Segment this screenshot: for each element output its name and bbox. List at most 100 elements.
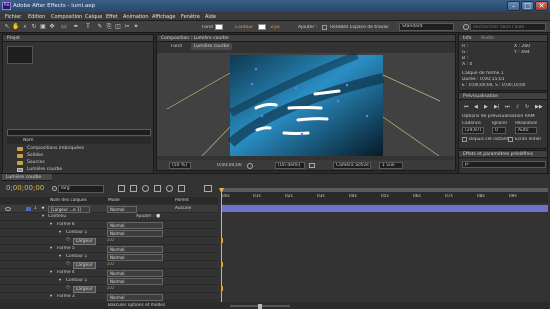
breadcrumb-current[interactable]: Lumière courbe — [191, 43, 233, 50]
layer-row[interactable]: 1 ★ [Largeur ...e 1] Normal Aucune — [0, 205, 218, 213]
comp-mini-flowchart-icon[interactable] — [118, 185, 125, 192]
blend-mode-select[interactable]: Normal — [107, 269, 163, 277]
search-help-input[interactable] — [470, 23, 546, 31]
visibility-icon[interactable] — [5, 206, 11, 211]
preview-tab[interactable]: Prévisualisation — [459, 93, 547, 100]
property-row-forme-5[interactable]: ▾ Forme 5 Normal — [0, 245, 218, 253]
cadence-select[interactable]: (29,97) — [462, 127, 484, 134]
fill-label[interactable]: Fond — [202, 25, 213, 30]
add-content-button[interactable]: Ajouter : — [136, 214, 154, 219]
puppet-tool-icon[interactable]: ✶ — [132, 23, 140, 31]
layer-name[interactable]: [Largeur ...e 1] — [48, 205, 90, 213]
stopwatch-icon[interactable]: ◷ — [66, 237, 70, 242]
effects-search-input[interactable]: p- — [462, 161, 546, 168]
last-frame-icon[interactable]: ⏭ — [505, 104, 510, 110]
layer-duration-bar[interactable] — [222, 205, 548, 212]
contour-swatch[interactable] — [258, 24, 266, 30]
property-row-contour[interactable]: ▾ Contour 1 Normal — [0, 253, 218, 261]
minimize-button[interactable]: – — [507, 1, 520, 11]
keyframe-marker[interactable] — [221, 262, 223, 267]
ignore-field[interactable]: 0 — [492, 127, 506, 134]
zoom-slider-thumb[interactable] — [258, 303, 262, 309]
menu-fichier[interactable]: Fichier — [5, 14, 21, 20]
play-icon[interactable]: ▶ — [484, 104, 488, 110]
full-screen-checkbox[interactable] — [508, 137, 513, 142]
views-select[interactable]: 1 vue — [379, 162, 403, 169]
pen-tool-icon[interactable]: ✒ — [72, 23, 80, 31]
composition-viewer[interactable] — [157, 53, 455, 156]
selection-tool-icon[interactable]: ↖ — [3, 23, 11, 31]
rotobez-checkbox[interactable] — [322, 24, 327, 30]
project-search-input[interactable] — [7, 129, 151, 136]
effects-tab[interactable]: Effets et paramètres prédéfinis — [459, 151, 547, 158]
graph-editor-icon[interactable] — [204, 185, 212, 192]
property-row-forme-3[interactable]: ▾ Forme 3 Normal — [0, 293, 218, 301]
stopwatch-icon[interactable]: ◷ — [66, 285, 70, 290]
shy-icon[interactable] — [142, 185, 149, 192]
timeline-timecode[interactable]: 0;00;00;00 — [6, 184, 44, 192]
twirl-icon[interactable]: ▾ — [50, 222, 52, 227]
toggle-switches-modes[interactable]: Basculer options et modes — [108, 303, 165, 308]
from-current-checkbox[interactable] — [462, 137, 467, 142]
keyframe-marker[interactable] — [221, 286, 223, 291]
property-row-contenu[interactable]: ▾ Contenu Ajouter : ● — [0, 213, 218, 221]
comp-timecode[interactable]: 0;00;00;00 — [217, 163, 242, 168]
frame-blending-icon[interactable] — [154, 185, 161, 192]
property-row-contour[interactable]: ▾ Contour 1 Normal — [0, 229, 218, 237]
rotate-tool-icon[interactable]: ↻ — [30, 23, 38, 31]
menu-aide[interactable]: Aide — [205, 14, 216, 20]
twirl-icon[interactable]: ▾ — [59, 254, 61, 259]
blend-mode-select[interactable]: Normal — [107, 245, 163, 253]
camera-select[interactable]: Caméra active — [333, 162, 371, 169]
add-label[interactable]: Ajouter : — [298, 25, 317, 30]
property-row-contour[interactable]: ▾ Contour 1 Normal — [0, 277, 218, 285]
menu-animation[interactable]: Animation — [123, 14, 149, 20]
resolution-preview-select[interactable]: Auto — [515, 127, 537, 134]
zoom-select[interactable]: (50 %) — [169, 162, 191, 169]
menu-effet[interactable]: Effet — [106, 14, 118, 20]
contour-label[interactable]: Contour — [235, 25, 253, 30]
layer-parent-select[interactable]: Aucune — [175, 206, 191, 211]
text-tool-icon[interactable]: T — [84, 23, 92, 31]
resolution-select[interactable]: (Un demi) — [275, 162, 305, 169]
rectangle-tool-icon[interactable]: ▭ — [60, 23, 68, 31]
info-tab[interactable]: Info — [463, 36, 472, 41]
twirl-icon[interactable]: ▾ — [50, 270, 52, 275]
property-row-largeur[interactable]: ◷ Largeur 3,0 — [0, 261, 218, 269]
property-value[interactable]: 3,0 — [107, 238, 114, 243]
twirl-icon[interactable]: ▾ — [50, 294, 52, 299]
snapshot-icon[interactable] — [247, 162, 253, 169]
project-item[interactable]: Solides — [7, 152, 151, 159]
work-area-bar[interactable] — [220, 188, 548, 192]
project-column-name[interactable]: Nom — [23, 138, 34, 143]
clone-tool-icon[interactable]: ⎘ — [105, 23, 113, 31]
property-value[interactable]: 3,0 — [107, 286, 114, 291]
project-item[interactable]: Compositions imbriquées — [7, 145, 151, 152]
property-row-largeur[interactable]: ◷ Largeur 3,0 — [0, 285, 218, 293]
ram-preview-icon[interactable]: ▶▶ — [535, 104, 543, 110]
pan-behind-tool-icon[interactable]: ✥ — [48, 23, 56, 31]
blend-mode-select[interactable]: Normal — [107, 253, 163, 261]
menu-edition[interactable]: Edition — [28, 14, 45, 20]
twirl-icon[interactable]: ▾ — [50, 246, 52, 251]
col-mode[interactable]: Mode — [108, 198, 120, 203]
loop-icon[interactable]: ↻ — [525, 104, 529, 110]
blend-mode-select[interactable]: Normal — [107, 277, 163, 285]
blend-mode-select[interactable]: Normal — [107, 221, 163, 229]
brainstorm-icon[interactable] — [178, 185, 185, 192]
twirl-icon[interactable]: ▾ — [59, 278, 61, 283]
add-icon[interactable]: ● — [156, 213, 160, 219]
menu-composition[interactable]: Composition — [51, 14, 82, 20]
timeline-tab[interactable]: Lumière courbe — [2, 174, 52, 181]
fill-swatch[interactable] — [215, 24, 223, 30]
roto-tool-icon[interactable]: ✂ — [123, 23, 131, 31]
next-frame-icon[interactable]: ▶| — [494, 104, 500, 110]
prev-frame-icon[interactable]: ◀ — [474, 104, 478, 110]
eraser-tool-icon[interactable]: ◫ — [114, 23, 122, 31]
col-layer-name[interactable]: Nom des calques — [50, 198, 87, 203]
layer-mode-select[interactable]: Normal — [107, 205, 137, 213]
draft-3d-icon[interactable] — [130, 185, 137, 192]
property-value[interactable]: 3,0 — [107, 262, 114, 267]
stopwatch-icon[interactable]: ◷ — [66, 261, 70, 266]
project-tab[interactable]: Projet — [3, 35, 153, 42]
